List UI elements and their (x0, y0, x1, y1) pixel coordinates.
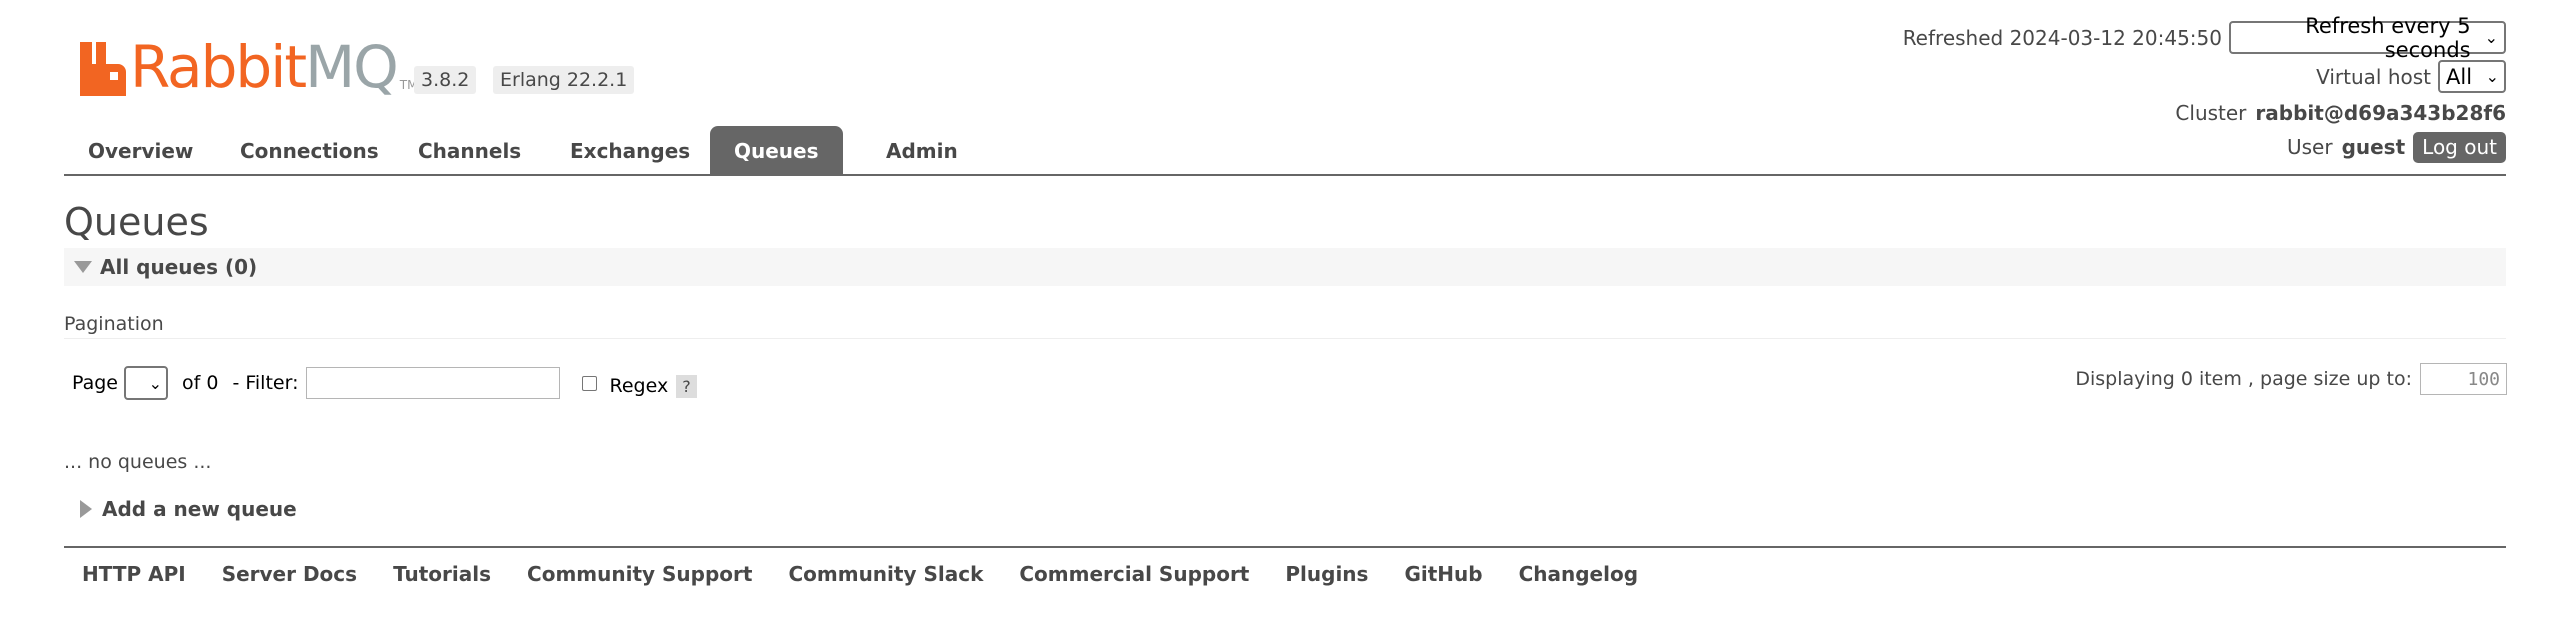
regex-label: Regex (609, 375, 669, 397)
rabbitmq-logo[interactable]: RabbitMQ TM (80, 34, 417, 96)
refreshed-label: Refreshed (1902, 25, 2004, 50)
displaying-label: Displaying 0 item , page size up to: (2075, 368, 2412, 390)
page-title: Queues (64, 200, 209, 244)
logo-wordmark: RabbitMQ (130, 38, 399, 96)
refresh-interval-select[interactable]: Refresh every 5 seconds ⌄ (2229, 14, 2506, 62)
page-size-input[interactable]: 100 (2420, 363, 2507, 395)
page-count-label: of 0 (182, 372, 219, 394)
cluster-label: Cluster (2175, 101, 2247, 125)
tab-connections[interactable]: Connections (216, 126, 403, 174)
displaying-summary: Displaying 0 item , page size up to: 100 (2075, 363, 2507, 395)
empty-queues-message: ... no queues ... (64, 451, 212, 473)
footer-link-commercial-support[interactable]: Commercial Support (1019, 562, 1249, 586)
tab-admin[interactable]: Admin (862, 126, 982, 174)
logo-mq-text: MQ (305, 33, 399, 101)
all-queues-section-toggle[interactable]: All queues (0) (64, 248, 2506, 286)
pagination-heading: Pagination (64, 313, 164, 335)
footer-link-community-support[interactable]: Community Support (527, 562, 752, 586)
regex-checkbox[interactable] (582, 375, 598, 391)
tab-overview[interactable]: Overview (64, 126, 217, 174)
tab-channels[interactable]: Channels (394, 126, 545, 174)
all-queues-section-label: All queues (0) (100, 255, 258, 279)
tab-queues[interactable]: Queues (710, 126, 843, 174)
page-label: Page (72, 372, 118, 394)
main-navigation-tabs: Overview Connections Channels Exchanges … (64, 126, 2506, 176)
cluster-name: rabbit@d69a343b28f6 (2255, 101, 2506, 125)
filter-label: - Filter: (232, 372, 299, 394)
refreshed-time: 2024-03-12 20:45:50 (2009, 25, 2222, 50)
footer-link-plugins[interactable]: Plugins (1285, 562, 1368, 586)
footer-links: HTTP API Server Docs Tutorials Community… (64, 546, 2506, 586)
chevron-down-icon: ⌄ (2485, 67, 2499, 86)
filter-input[interactable] (306, 367, 561, 399)
logo-rabbit-text: Rabbit (130, 33, 307, 101)
chevron-down-icon: ⌄ (148, 373, 162, 393)
chevron-down-icon: ⌄ (2484, 28, 2498, 47)
virtual-host-value: All (2446, 64, 2473, 89)
rabbitmq-version-badge: 3.8.2 (414, 66, 477, 94)
footer-link-http-api[interactable]: HTTP API (82, 562, 186, 586)
footer-link-github[interactable]: GitHub (1404, 562, 1482, 586)
regex-help-button[interactable]: ? (676, 374, 697, 398)
pagination-controls: Page ⌄ of 0 - Filter: Regex ? (72, 365, 697, 401)
tab-exchanges[interactable]: Exchanges (546, 126, 714, 174)
refresh-interval-value: Refresh every 5 seconds (2305, 13, 2471, 62)
erlang-version-badge: Erlang 22.2.1 (493, 66, 635, 94)
add-new-queue-toggle[interactable]: Add a new queue (64, 497, 297, 521)
triangle-right-icon (80, 500, 92, 518)
page-select[interactable]: ⌄ (124, 366, 168, 400)
footer-link-tutorials[interactable]: Tutorials (393, 562, 491, 586)
footer-link-community-slack[interactable]: Community Slack (788, 562, 983, 586)
footer-link-changelog[interactable]: Changelog (1519, 562, 1638, 586)
rabbit-logo-icon (80, 42, 126, 96)
virtual-host-select[interactable]: All ⌄ (2438, 60, 2506, 93)
add-new-queue-label: Add a new queue (102, 497, 297, 521)
footer-link-server-docs[interactable]: Server Docs (222, 562, 357, 586)
triangle-down-icon (74, 261, 92, 273)
pagination-divider (64, 338, 2506, 339)
virtual-host-label: Virtual host (2316, 64, 2431, 89)
